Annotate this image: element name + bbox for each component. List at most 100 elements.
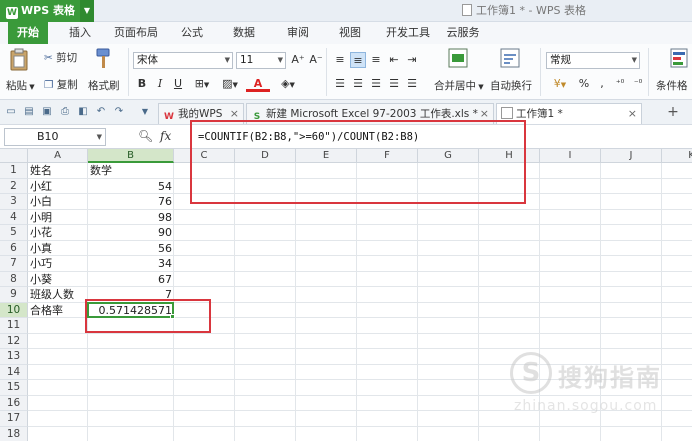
row-header-10[interactable]: 10 [0, 302, 28, 318]
font-name-select[interactable]: 宋体 ▼ [133, 52, 233, 69]
column-header-a[interactable]: A [28, 149, 88, 163]
indent-increase-icon[interactable]: ⇥ [404, 52, 420, 68]
merge-center-button[interactable]: 合并居中 ▼ [434, 78, 484, 93]
font-grow-button[interactable]: A⁺ [290, 52, 306, 68]
indent-decrease-icon[interactable]: ⇤ [386, 52, 402, 68]
new-file-icon[interactable]: ▭ [4, 105, 18, 119]
decrease-decimal-icon[interactable]: ⁻⁰ [630, 76, 646, 92]
open-file-icon[interactable]: ▤ [22, 105, 36, 119]
currency-icon[interactable]: ¥▼ [548, 76, 572, 92]
row-header-16[interactable]: 16 [0, 395, 28, 411]
bold-button[interactable]: B [134, 76, 150, 92]
clear-format-icon[interactable]: ◈▼ [276, 76, 300, 92]
print-icon[interactable]: ⎙ [58, 105, 72, 119]
column-header-i[interactable]: I [540, 149, 601, 163]
zoom-search-icon[interactable]: 🔍︎ [138, 129, 153, 143]
align-left-icon[interactable]: ☰ [332, 76, 348, 92]
tab-home[interactable]: 开始 [8, 22, 48, 44]
undo-icon[interactable]: ↶ [94, 105, 108, 119]
font-color-icon[interactable]: A [246, 76, 270, 92]
comma-button[interactable]: , [594, 76, 610, 92]
format-painter-button[interactable]: 格式刷 [88, 78, 120, 93]
font-shrink-button[interactable]: A⁻ [308, 52, 324, 68]
align-top-icon[interactable]: ≡ [332, 52, 348, 68]
merge-center-icon[interactable] [448, 48, 470, 70]
wrap-text-button[interactable]: 自动换行 [490, 78, 532, 93]
number-format-select[interactable]: 常规 ▼ [546, 52, 640, 69]
row-header-11[interactable]: 11 [0, 318, 28, 334]
cell-b8[interactable]: 67 [88, 272, 174, 288]
align-middle-icon[interactable]: ≡ [350, 52, 366, 68]
cell-a6[interactable]: 小真 [28, 241, 88, 257]
row-header-9[interactable]: 9 [0, 287, 28, 303]
conditional-format-icon[interactable] [670, 48, 690, 70]
tab-developer[interactable]: 开发工具 [380, 22, 436, 44]
name-box[interactable]: B10 ▼ [4, 128, 106, 146]
format-painter-icon[interactable] [94, 48, 114, 72]
cell-b6[interactable]: 56 [88, 241, 174, 257]
row-header-3[interactable]: 3 [0, 194, 28, 210]
underline-button[interactable]: U [170, 76, 186, 92]
fill-color-icon[interactable]: ▨▼ [218, 76, 242, 92]
column-header-k[interactable]: K [662, 149, 692, 163]
app-menu-button[interactable]: W WPS 表格 [0, 0, 80, 22]
cell-b5[interactable]: 90 [88, 225, 174, 241]
cell-b2[interactable]: 54 [88, 179, 174, 195]
redo-icon[interactable]: ↷ [112, 105, 126, 119]
cell-a8[interactable]: 小葵 [28, 272, 88, 288]
cell-b3[interactable]: 76 [88, 194, 174, 210]
new-tab-plus-icon[interactable]: + [666, 105, 680, 119]
cut-button[interactable]: ✂ 剪切 [44, 50, 77, 65]
row-header-13[interactable]: 13 [0, 349, 28, 365]
row-header-8[interactable]: 8 [0, 271, 28, 287]
align-center-icon[interactable]: ☰ [350, 76, 366, 92]
paste-button[interactable]: 粘贴 ▼ [6, 78, 35, 93]
row-header-12[interactable]: 12 [0, 333, 28, 349]
cell-a5[interactable]: 小花 [28, 225, 88, 241]
row-header-2[interactable]: 2 [0, 178, 28, 194]
cell-b7[interactable]: 34 [88, 256, 174, 272]
percent-button[interactable]: % [576, 76, 592, 92]
row-header-17[interactable]: 17 [0, 411, 28, 427]
tab-insert[interactable]: 插入 [60, 22, 100, 44]
cell-a1[interactable]: 姓名 [28, 163, 88, 179]
row-header-5[interactable]: 5 [0, 225, 28, 241]
row-header-14[interactable]: 14 [0, 364, 28, 380]
font-size-select[interactable]: 11 ▼ [236, 52, 286, 69]
tab-formulas[interactable]: 公式 [172, 22, 212, 44]
column-header-j[interactable]: J [601, 149, 662, 163]
cell-b1[interactable]: 数学 [88, 163, 174, 179]
customize-chevron-icon[interactable]: ▼ [138, 105, 152, 119]
conditional-format-button[interactable]: 条件格 [656, 78, 688, 93]
wrap-text-icon[interactable] [500, 48, 522, 70]
select-all-corner[interactable] [0, 149, 28, 163]
cell-a7[interactable]: 小巧 [28, 256, 88, 272]
row-header-6[interactable]: 6 [0, 240, 28, 256]
tab-page-layout[interactable]: 页面布局 [108, 22, 164, 44]
row-header-18[interactable]: 18 [0, 426, 28, 441]
distributed-icon[interactable]: ☰ [404, 76, 420, 92]
row-header-4[interactable]: 4 [0, 209, 28, 225]
insert-function-button[interactable]: fx [160, 129, 171, 143]
justify-icon[interactable]: ☰ [386, 76, 402, 92]
align-right-icon[interactable]: ☰ [368, 76, 384, 92]
cell-b4[interactable]: 98 [88, 210, 174, 226]
paste-icon[interactable] [8, 48, 34, 72]
column-header-b[interactable]: B [88, 149, 174, 163]
tab-review[interactable]: 审阅 [278, 22, 318, 44]
border-icon[interactable]: ⊞▼ [190, 76, 214, 92]
tab-cloud[interactable]: 云服务 [440, 22, 486, 44]
row-header-1[interactable]: 1 [0, 163, 28, 179]
copy-button[interactable]: ❐ 复制 [44, 77, 78, 92]
italic-button[interactable]: I [152, 76, 168, 92]
tab-view[interactable]: 视图 [330, 22, 370, 44]
cell-a4[interactable]: 小明 [28, 210, 88, 226]
cell-a3[interactable]: 小白 [28, 194, 88, 210]
close-icon[interactable]: × [628, 104, 637, 124]
cell-a9[interactable]: 班级人数 [28, 287, 88, 303]
row-header-15[interactable]: 15 [0, 380, 28, 396]
cell-a2[interactable]: 小红 [28, 179, 88, 195]
row-header-7[interactable]: 7 [0, 256, 28, 272]
cell-a10[interactable]: 合格率 [28, 303, 88, 319]
print-preview-icon[interactable]: ◧ [76, 105, 90, 119]
